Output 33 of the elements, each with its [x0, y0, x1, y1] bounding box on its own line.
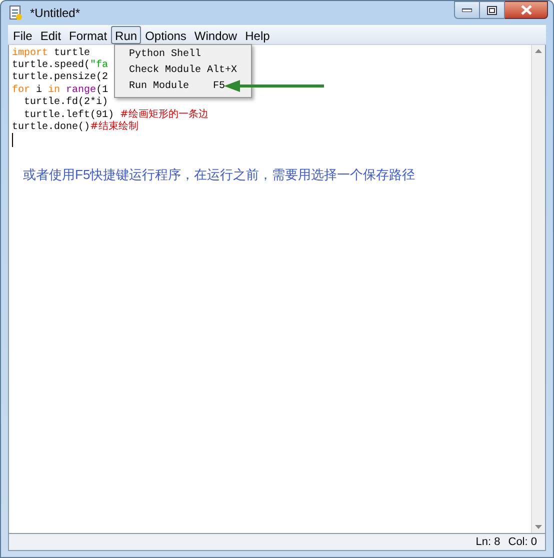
text-cursor: [12, 133, 13, 148]
code-line: turtle.pensize(2: [12, 72, 108, 84]
column-status: Col: 0: [508, 534, 537, 550]
menu-item[interactable]: Help: [241, 26, 274, 44]
code-line: turtle.fd(2*i): [23, 96, 108, 109]
app-icon: [8, 5, 24, 21]
code-line: for i in range(1: [12, 84, 108, 96]
menu-item[interactable]: Run: [111, 26, 142, 44]
menu-item[interactable]: File: [9, 26, 36, 44]
arrow-icon: [224, 80, 324, 92]
menu-option[interactable]: Python Shell: [129, 47, 202, 63]
code-line: turtle.left(91) #绘画矩形的一条边: [23, 108, 208, 121]
menu-item[interactable]: Format: [65, 26, 112, 44]
maximize-icon: [487, 6, 497, 14]
window-title: *Untitled*: [30, 5, 80, 22]
menu-option[interactable]: Check Module Alt+X: [129, 63, 238, 79]
close-button[interactable]: [505, 1, 548, 19]
maximize-button[interactable]: [480, 1, 505, 19]
close-icon: [520, 5, 532, 15]
minimize-icon: [462, 8, 472, 12]
code-line: turtle.done()#结束绘制: [12, 121, 138, 134]
menu-item[interactable]: Window: [190, 26, 242, 44]
scroll-up-icon[interactable]: [535, 49, 542, 53]
line-number-status: Ln: 8: [476, 534, 500, 550]
code-line: turtle.speed("fa: [12, 60, 108, 72]
scroll-down-icon[interactable]: [535, 525, 542, 529]
menu-item[interactable]: Edit: [36, 26, 66, 44]
annotation-text: 或者使用F5快捷键运行程序，在运行之前，需要用选择一个保存路径: [23, 166, 416, 184]
menu-option[interactable]: Run Module F5: [129, 79, 226, 95]
scrollbar[interactable]: [531, 45, 545, 533]
code-line: import turtle: [12, 48, 90, 60]
minimize-button[interactable]: [454, 1, 480, 19]
menu-item[interactable]: Options: [141, 26, 190, 44]
